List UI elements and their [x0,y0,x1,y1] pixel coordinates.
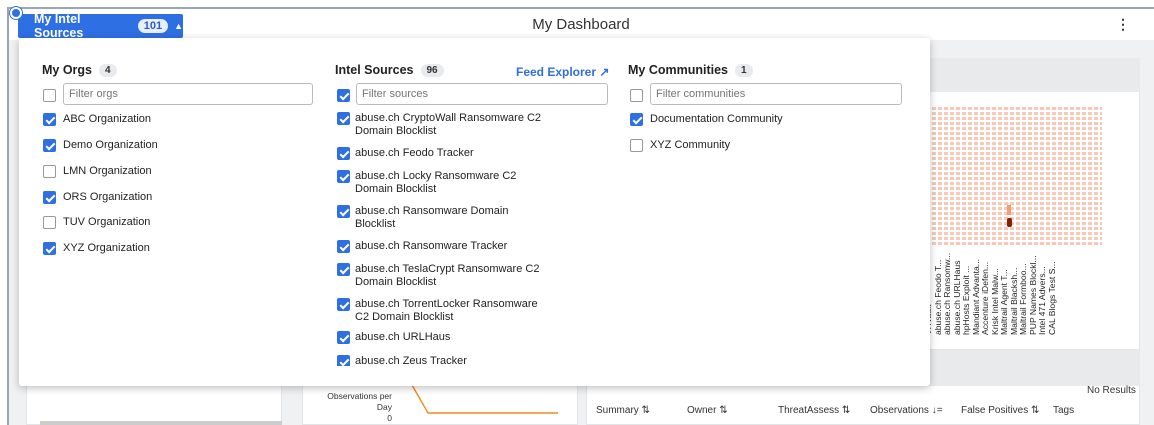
intel-sources-dropdown: My Orgs 4 ABC Organization Demo Organizat… [19,38,930,386]
sources-count-badge: 101 [137,19,169,33]
source-label: abuse.ch CryptoWall Ransomware C2 Domain… [355,112,542,137]
no-results-text: No Results [1087,385,1136,396]
page-title: My Dashboard [532,16,630,33]
communities-count-badge: 1 [735,63,753,77]
horizontal-scrollbar[interactable] [40,421,282,425]
org-label: ABC Organization [63,113,152,125]
community-checkbox[interactable] [630,139,643,152]
source-checkbox[interactable] [337,331,350,344]
source-checkbox[interactable] [337,170,350,183]
source-checkbox[interactable] [337,355,350,366]
caret-up-icon: ▲ [174,21,183,31]
left-bottom-panel [26,384,282,425]
source-label: abuse.ch TorrentLocker Ransomware C2 Dom… [355,298,538,323]
org-checkbox[interactable] [43,191,56,204]
source-checkbox[interactable] [337,205,350,218]
source-label: abuse.ch URLHaus [355,331,451,343]
community-label: Documentation Community [650,113,783,125]
source-checkbox[interactable] [337,298,350,311]
table-columns: Summary ⇅ Owner ⇅ ThreatAssess ⇅ Observa… [596,405,1074,416]
sources-list: abuse.ch CryptoWall Ransomware C2 Domain… [334,108,574,366]
communities-filter-input[interactable] [650,83,902,105]
sources-heading: Intel Sources 96 [335,63,444,77]
community-checkbox[interactable] [630,113,643,126]
community-label: XYZ Community [650,139,731,151]
heatmap-panel-header [928,58,1140,92]
source-label: abuse.ch Ransomware Tracker [355,240,508,252]
communities-select-all-checkbox[interactable] [630,89,643,102]
orgs-filter-input[interactable] [63,83,313,105]
source-checkbox[interactable] [337,112,350,125]
org-label: LMN Organization [63,165,152,177]
source-label: abuse.ch Feodo Tracker [355,147,474,159]
column-owner[interactable]: Owner ⇅ [687,405,778,416]
source-label: abuse.ch TeslaCrypt Ransomware C2 Domain… [355,263,540,288]
observations-axis-label: Observations per Day 0 [327,391,392,423]
column-observations[interactable]: Observations ↓= [870,405,961,416]
org-checkbox[interactable] [43,139,56,152]
heatmap-hot-cell [1007,218,1012,227]
communities-heading: My Communities 1 [628,63,753,77]
feed-explorer-link[interactable]: Feed Explorer ↗ [516,65,609,79]
column-summary[interactable]: Summary ⇅ [596,405,687,416]
sources-title: Intel Sources [335,63,414,77]
org-checkbox[interactable] [43,242,56,255]
org-label: XYZ Organization [63,242,150,254]
source-label: abuse.ch Zeus Tracker [355,355,467,366]
orgs-select-all-checkbox[interactable] [43,89,56,102]
cursor-indicator-icon [10,7,22,19]
org-label: ORS Organization [63,191,153,203]
org-label: TUV Organization [63,216,151,228]
orgs-count-badge: 4 [99,63,117,77]
heatmap-hot-cell [1007,205,1011,215]
communities-title: My Communities [628,63,729,77]
source-checkbox[interactable] [337,147,350,160]
org-label: Demo Organization [63,139,158,151]
column-false-positives[interactable]: False Positives ⇅ [961,405,1053,416]
source-label: abuse.ch Ransomware Domain Blocklist [355,205,509,230]
orgs-heading: My Orgs 4 [42,63,117,77]
heatmap-x-label: CAL Blogs Test S... [1046,261,1057,335]
org-checkbox[interactable] [43,113,56,126]
sources-count-badge: 96 [420,63,444,77]
sources-button-label: My Intel Sources [34,12,84,40]
source-checkbox[interactable] [337,240,350,253]
org-checkbox[interactable] [43,165,56,178]
column-threatassess[interactable]: ThreatAssess ⇅ [778,405,870,416]
org-checkbox[interactable] [43,216,56,229]
source-label: abuse.ch Locky Ransomware C2 Domain Bloc… [355,170,517,195]
sources-select-all-checkbox[interactable] [337,89,350,102]
my-intel-sources-button[interactable]: My Intel Sources 101 ▲ [18,12,183,40]
heatmap-cells [932,107,1102,247]
observations-line [411,385,558,414]
column-tags[interactable]: Tags [1053,405,1074,416]
source-checkbox[interactable] [337,263,350,276]
heatmap-x-labels: VXVaultabuse.ch Feodo T...abuse.ch Ranso… [923,250,1057,340]
sources-filter-input[interactable] [356,83,608,105]
orgs-title: My Orgs [42,63,93,77]
more-options-icon[interactable]: ⋮ [1116,16,1130,33]
